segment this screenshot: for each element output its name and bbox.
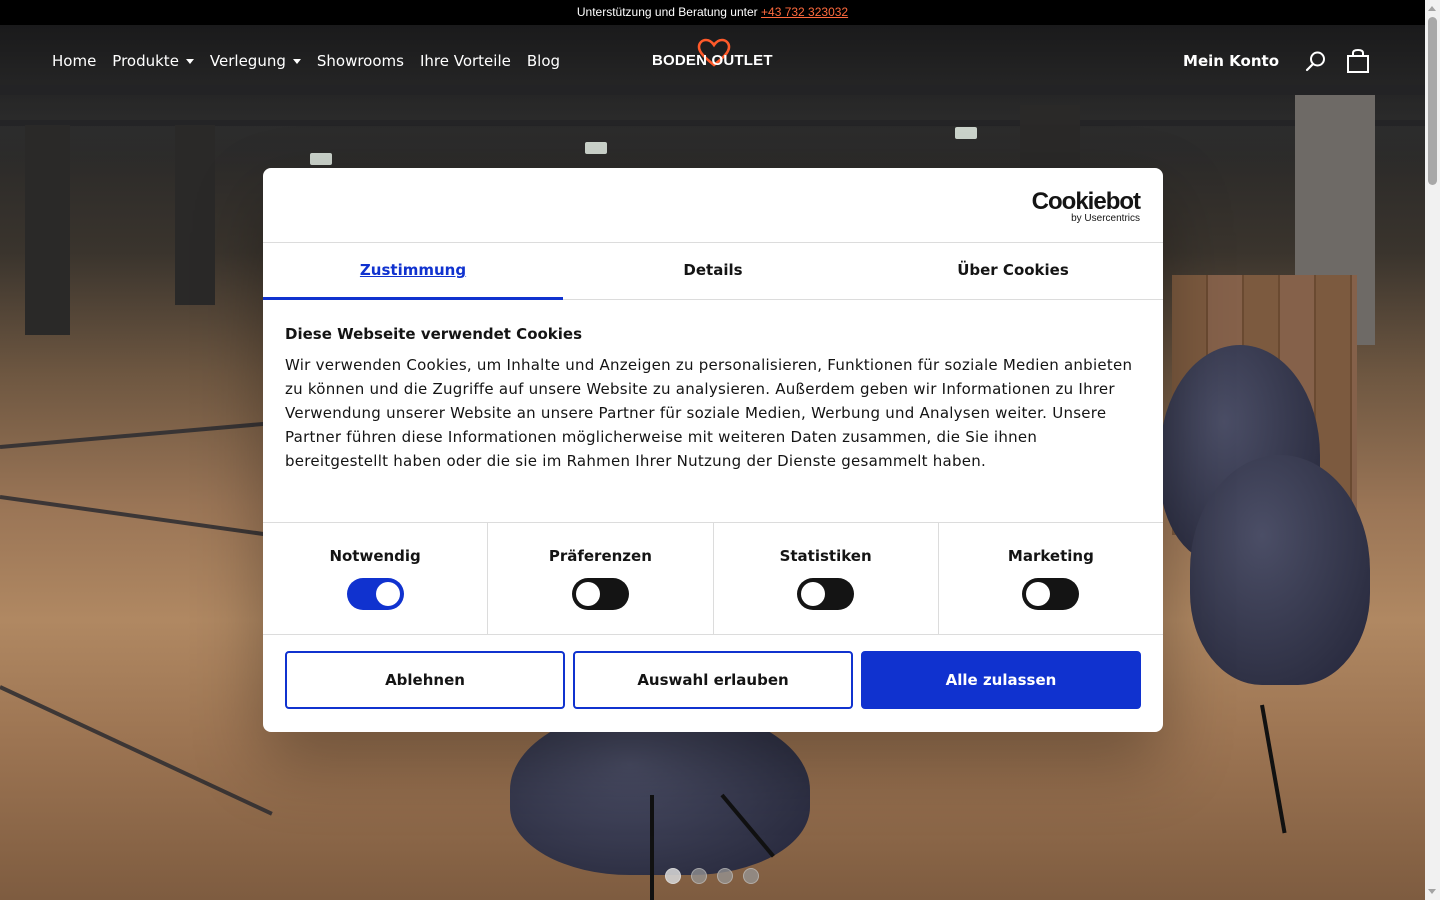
nav-menu: Home Produkte Verlegung Showrooms Ihre V… [52, 25, 560, 97]
toggle-knob [801, 582, 826, 606]
toggle-statistiken-cell: Statistiken [714, 523, 939, 634]
exit-sign [310, 153, 332, 165]
toggle-marketing[interactable] [1022, 578, 1080, 610]
tab-ueber-cookies[interactable]: Über Cookies [863, 243, 1163, 299]
pillar [25, 125, 70, 335]
nav-item-label: Verlegung [209, 52, 286, 70]
nav-item-showrooms[interactable]: Showrooms [317, 52, 404, 70]
floor-line [0, 685, 273, 816]
cookie-consent-dialog: Cookiebot by Usercentrics Zustimmung Det… [263, 168, 1163, 732]
consent-toggles: Notwendig Präferenzen Statistiken Market… [263, 522, 1163, 635]
phone-link[interactable]: +43 732 323032 [761, 5, 848, 19]
chair [1190, 455, 1370, 685]
toggle-label: Statistiken [779, 547, 872, 565]
toggle-marketing-cell: Marketing [939, 523, 1163, 634]
exit-sign [955, 127, 977, 139]
main-navigation: Home Produkte Verlegung Showrooms Ihre V… [0, 25, 1425, 97]
nav-item-home[interactable]: Home [52, 52, 96, 70]
dialog-tabs: Zustimmung Details Über Cookies [263, 243, 1163, 300]
account-link[interactable]: Mein Konto [1183, 52, 1279, 70]
cookiebot-brand: Cookiebot [1031, 188, 1141, 215]
toggle-knob [575, 582, 600, 606]
allow-selection-button[interactable]: Auswahl erlauben [573, 651, 853, 709]
top-info-bar: Unterstützung und Beratung unter +43 732… [0, 0, 1425, 25]
toggle-label: Notwendig [329, 547, 421, 565]
toggle-statistiken[interactable] [797, 578, 855, 610]
nav-item-verlegung[interactable]: Verlegung [210, 52, 301, 70]
chair-leg [1260, 704, 1287, 834]
carousel-dot[interactable] [691, 868, 707, 884]
scrollbar-thumb[interactable] [1428, 17, 1437, 185]
nav-item-blog[interactable]: Blog [527, 52, 560, 70]
dialog-description: Wir verwenden Cookies, um Inhalte und An… [285, 356, 1133, 470]
dialog-heading: Diese Webseite verwendet Cookies [285, 325, 583, 343]
cookiebot-logo[interactable]: Cookiebot by Usercentrics [1031, 188, 1141, 225]
support-text: Unterstützung und Beratung unter [576, 5, 758, 19]
exit-sign [585, 142, 607, 154]
tab-details[interactable]: Details [563, 243, 863, 299]
carousel-dot[interactable] [743, 868, 759, 884]
nav-item-produkte[interactable]: Produkte [112, 52, 194, 70]
scroll-up-arrow-icon[interactable] [1428, 6, 1436, 11]
carousel-dot[interactable] [665, 868, 681, 884]
toggle-praeferenzen[interactable] [571, 578, 629, 610]
chevron-down-icon [185, 59, 194, 64]
allow-all-button[interactable]: Alle zulassen [861, 651, 1141, 709]
chevron-down-icon [292, 59, 301, 64]
dialog-buttons: Ablehnen Auswahl erlauben Alle zulassen [263, 635, 1163, 709]
nav-item-vorteile[interactable]: Ihre Vorteile [420, 52, 511, 70]
page-scrollbar[interactable] [1425, 0, 1440, 900]
toggle-label: Präferenzen [548, 547, 652, 565]
floor-line [0, 418, 300, 449]
search-icon[interactable] [1305, 50, 1327, 72]
toggle-label: Marketing [1007, 547, 1094, 565]
nav-item-label: Produkte [112, 52, 179, 70]
pillar [175, 125, 215, 305]
chair-leg [650, 795, 654, 900]
site-logo[interactable]: BODEN OUTLET [652, 38, 774, 78]
toggle-knob [1026, 582, 1051, 606]
decline-button[interactable]: Ablehnen [285, 651, 565, 709]
nav-actions: Mein Konto [1183, 25, 1371, 97]
shopping-bag-icon[interactable] [1345, 48, 1371, 74]
toggle-knob [375, 582, 400, 606]
dialog-body: Diese Webseite verwendet Cookies Wir ver… [263, 300, 1163, 522]
toggle-notwendig-cell: Notwendig [263, 523, 489, 634]
logo-text: BODEN OUTLET [652, 52, 773, 69]
dialog-header: Cookiebot by Usercentrics [263, 168, 1163, 243]
scroll-down-arrow-icon[interactable] [1428, 889, 1436, 894]
carousel-indicators [665, 868, 759, 884]
tab-zustimmung[interactable]: Zustimmung [263, 243, 563, 300]
carousel-dot[interactable] [717, 868, 733, 884]
toggle-praeferenzen-cell: Präferenzen [488, 523, 714, 634]
toggle-notwendig[interactable] [346, 578, 404, 610]
